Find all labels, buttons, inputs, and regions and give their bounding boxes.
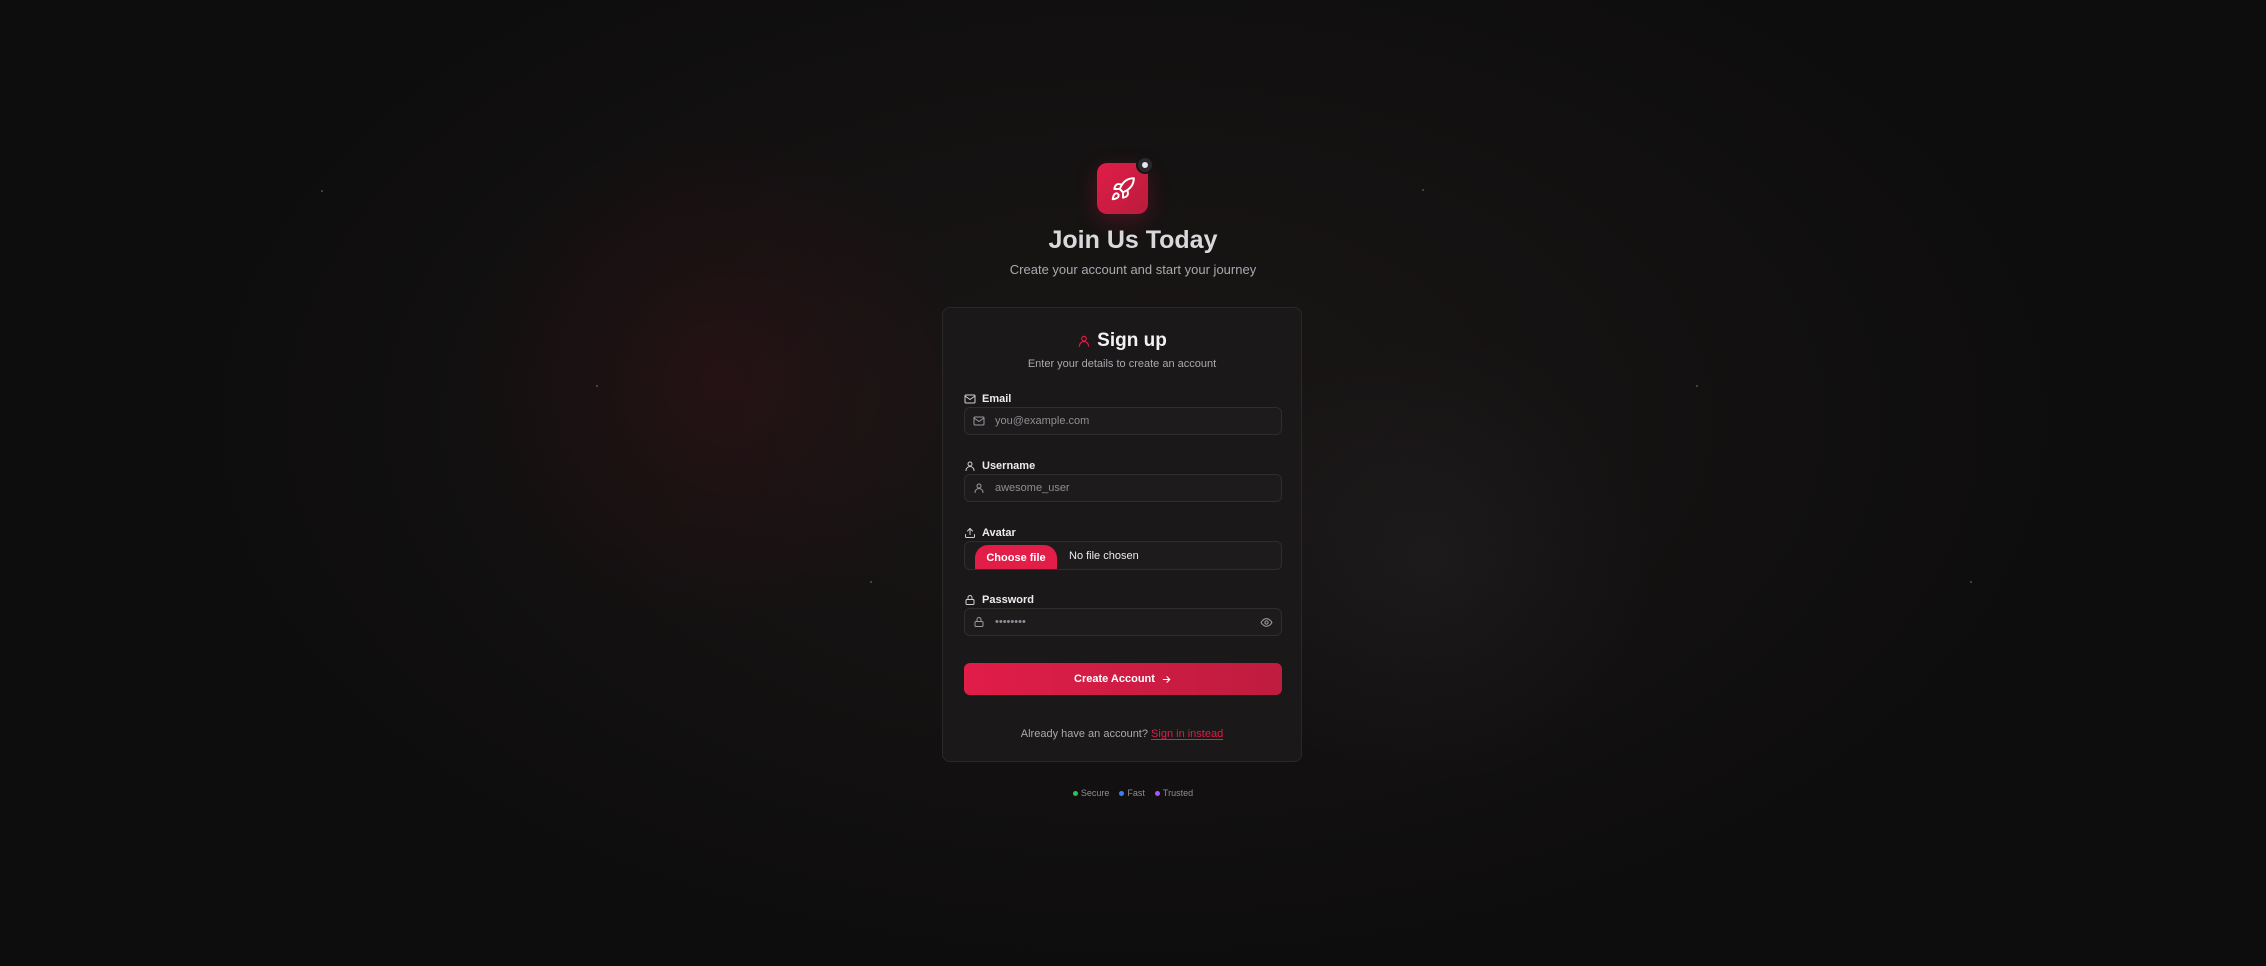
logo-status-badge <box>1136 156 1154 174</box>
password-label: Password <box>964 594 1034 606</box>
page-title: Join Us Today <box>1048 226 1218 254</box>
email-label: Email <box>964 393 1011 405</box>
signin-prompt: Already have an account? Sign in instead <box>943 728 1301 740</box>
background-sparkle <box>1970 581 1972 583</box>
background-sparkle <box>870 581 872 583</box>
user-icon <box>973 482 987 494</box>
status-dot <box>1142 162 1148 168</box>
trust-badges: Secure Fast Trusted <box>0 788 2266 798</box>
create-account-button[interactable]: Create Account <box>964 663 1282 695</box>
upload-icon <box>965 528 975 538</box>
badge-secure: Secure <box>1072 788 1110 798</box>
user-icon <box>1078 335 1090 347</box>
page-subtitle: Create your account and start your journ… <box>1009 262 1257 277</box>
lock-icon <box>965 595 975 605</box>
background-sparkle <box>1696 385 1698 387</box>
password-label-text: Password <box>982 594 1034 606</box>
brand-logo <box>1097 156 1154 214</box>
user-icon <box>965 461 975 471</box>
eye-icon[interactable] <box>1259 616 1273 629</box>
file-status: No file chosen <box>1069 550 1139 562</box>
avatar-file-input[interactable]: Choose file No file chosen <box>964 541 1282 570</box>
choose-file-button[interactable]: Choose file <box>975 545 1057 569</box>
mail-icon <box>964 394 976 404</box>
trusted-dot <box>1154 790 1160 796</box>
mail-icon <box>973 415 987 427</box>
badge-fast: Fast <box>1119 788 1145 798</box>
avatar-label-text: Avatar <box>982 527 1016 539</box>
username-label-text: Username <box>982 460 1036 472</box>
signup-card: Sign up Enter your details to create an … <box>942 307 1302 762</box>
avatar-label: Avatar <box>964 527 1016 539</box>
username-label: Username <box>964 460 1035 472</box>
background-sparkle <box>1422 189 1424 191</box>
signin-prompt-text: Already have an account? <box>1020 728 1148 740</box>
lock-icon <box>973 616 987 628</box>
card-title: Sign up <box>1097 330 1167 351</box>
fast-dot <box>1119 790 1125 796</box>
background-sparkle <box>596 385 598 387</box>
username-field[interactable] <box>964 474 1282 502</box>
email-field[interactable] <box>964 407 1282 435</box>
arrow-right-icon <box>1162 675 1171 683</box>
card-header: Sign up <box>943 330 1301 352</box>
create-account-label: Create Account <box>1074 673 1155 685</box>
username-input[interactable] <box>995 475 1281 501</box>
badge-label: Secure <box>1080 788 1110 798</box>
rocket-icon <box>1111 176 1135 200</box>
password-input[interactable] <box>995 609 1259 635</box>
email-input[interactable] <box>995 408 1281 434</box>
badge-trusted: Trusted <box>1154 788 1194 798</box>
secure-dot <box>1072 790 1078 796</box>
background-sparkle <box>321 190 323 192</box>
password-field[interactable] <box>964 608 1282 636</box>
sign-in-link[interactable]: Sign in instead <box>1151 728 1223 740</box>
email-label-text: Email <box>982 393 1012 405</box>
badge-label: Trusted <box>1162 788 1194 798</box>
badge-label: Fast <box>1127 788 1145 798</box>
card-subtitle: Enter your details to create an account <box>1027 358 1217 370</box>
